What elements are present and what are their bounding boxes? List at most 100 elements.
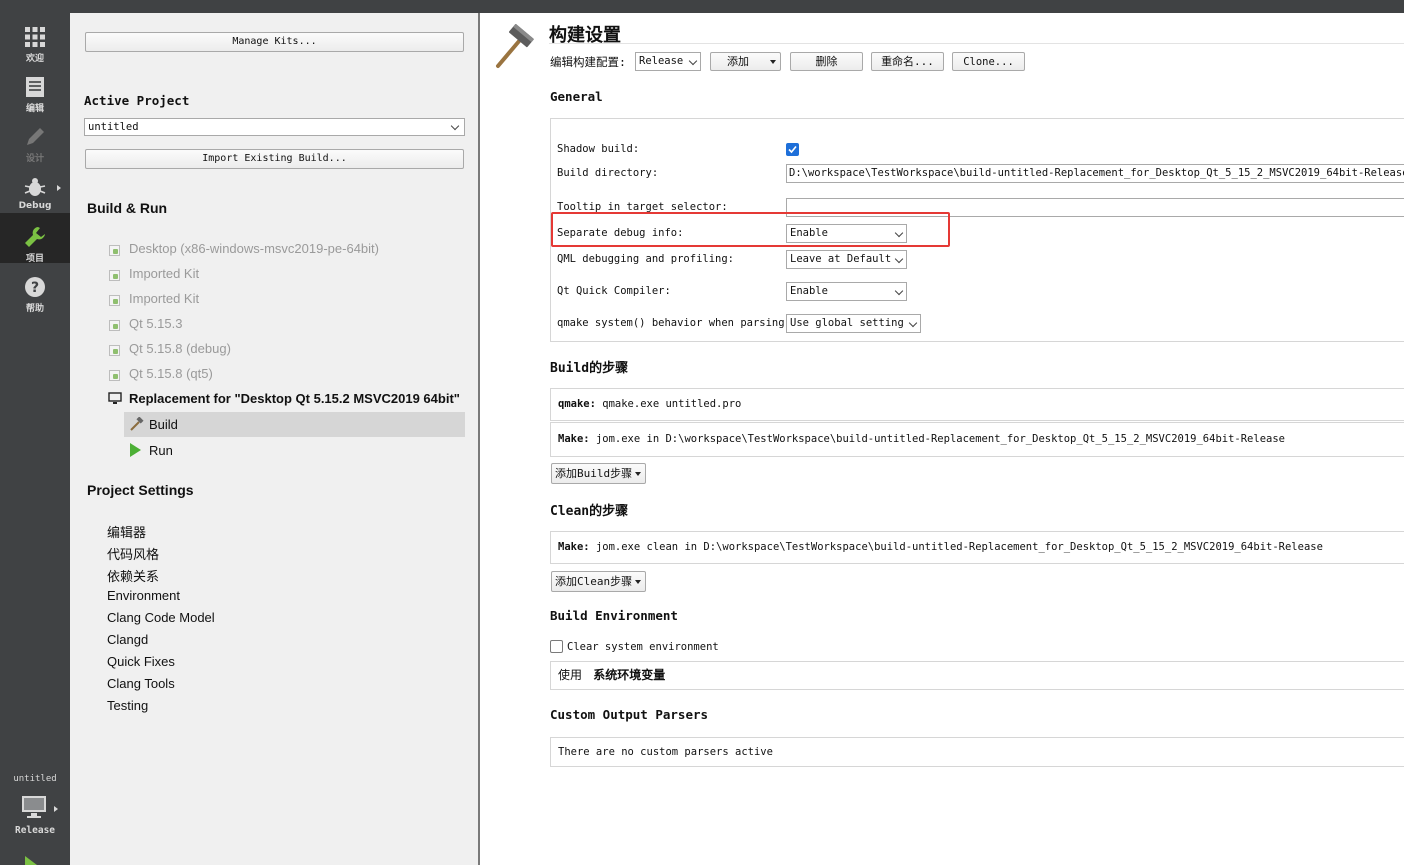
settings-item-dependencies[interactable]: 依赖关系 — [107, 566, 159, 585]
clean-make-step[interactable]: Make: jom.exe clean in D:\workspace\Test… — [550, 531, 1404, 564]
build-steps-heading: Build的步骤 — [550, 361, 629, 376]
active-project-value: untitled — [88, 121, 139, 133]
qml-debug-combo[interactable]: Leave at Default — [786, 250, 907, 269]
document-icon — [26, 77, 44, 97]
build-item-label: Build — [149, 417, 178, 432]
custom-parsers-panel: There are no custom parsers active — [550, 737, 1404, 767]
qtquick-compiler-label: Qt Quick Compiler: — [557, 285, 671, 297]
kit-add-icon — [109, 270, 120, 281]
monitor-icon — [22, 796, 46, 818]
environment-prefix: 使用 — [558, 668, 583, 682]
kit-add-icon — [109, 345, 120, 356]
active-kit-label: Replacement for "Desktop Qt 5.15.2 MSVC2… — [129, 391, 460, 406]
build-config-combo[interactable]: Release — [635, 52, 701, 71]
kit-add-icon — [109, 370, 120, 381]
settings-item-clangd[interactable]: Clangd — [107, 632, 148, 647]
rename-config-button[interactable]: 重命名... — [871, 52, 944, 71]
qmake-step-command: qmake.exe untitled.pro — [602, 398, 742, 410]
dropdown-arrow-icon — [635, 472, 641, 476]
chevron-down-icon — [894, 286, 904, 296]
clean-make-step-command: jom.exe clean in D:\workspace\TestWorksp… — [595, 541, 1323, 553]
splitter[interactable] — [478, 13, 480, 865]
mode-design[interactable]: 设计 — [0, 113, 70, 164]
qmake-step[interactable]: qmake: qmake.exe untitled.pro — [550, 388, 1404, 421]
target-arrow-icon — [54, 806, 58, 812]
active-project-combo[interactable]: untitled — [84, 118, 465, 136]
chevron-down-icon — [894, 228, 904, 238]
build-item-selected[interactable]: Build — [124, 412, 465, 437]
qml-debug-label: QML debugging and profiling: — [557, 253, 735, 265]
target-selector[interactable]: Release — [0, 790, 70, 840]
bug-icon — [24, 178, 46, 196]
mode-help[interactable]: ? 帮助 — [0, 263, 70, 314]
settings-item-testing[interactable]: Testing — [107, 698, 148, 713]
settings-item-quick-fixes[interactable]: Quick Fixes — [107, 654, 175, 669]
monitor-icon — [108, 392, 122, 404]
qmake-behavior-combo[interactable]: Use global setting — [786, 314, 921, 333]
separate-debug-label: Separate debug info: — [557, 227, 684, 239]
clean-make-step-name: Make: — [558, 541, 590, 553]
build-directory-input[interactable]: D:\workspace\TestWorkspace\build-untitle… — [786, 164, 1404, 183]
add-config-button[interactable]: 添加 — [710, 52, 781, 71]
mode-projects[interactable]: 项目 — [0, 213, 70, 264]
build-environment-heading: Build Environment — [550, 608, 678, 623]
mode-edit[interactable]: 编辑 — [0, 63, 70, 114]
settings-item-clang-code-model[interactable]: Clang Code Model — [107, 610, 215, 625]
run-item[interactable]: Run — [124, 438, 465, 462]
environment-value: 系统环境变量 — [593, 668, 666, 682]
shadow-build-checkbox[interactable] — [786, 143, 799, 156]
chevron-down-icon — [450, 121, 460, 131]
custom-parsers-text: There are no custom parsers active — [558, 746, 773, 758]
kit-add-icon — [109, 320, 120, 331]
qmake-behavior-label: qmake system() behavior when parsing: — [557, 317, 791, 329]
chevron-down-icon — [894, 254, 904, 264]
mode-help-label: 帮助 — [25, 304, 44, 314]
dropdown-arrow-icon — [770, 60, 776, 64]
target-build-config: Release — [14, 825, 56, 836]
settings-item-code-style[interactable]: 代码风格 — [107, 544, 159, 563]
settings-item-editor[interactable]: 编辑器 — [107, 522, 146, 541]
kit-add-icon — [109, 295, 120, 306]
custom-parsers-heading: Custom Output Parsers — [550, 707, 709, 722]
qtquick-compiler-combo[interactable]: Enable — [786, 282, 907, 301]
make-step[interactable]: Make: jom.exe in D:\workspace\TestWorksp… — [550, 422, 1404, 457]
run-item-label: Run — [149, 443, 173, 458]
qmake-step-name: qmake: — [558, 398, 596, 410]
top-strip — [0, 0, 1404, 13]
active-kit-item[interactable]: Replacement for "Desktop Qt 5.15.2 MSVC2… — [108, 390, 468, 408]
target-project-name: untitled — [13, 774, 57, 784]
settings-item-environment[interactable]: Environment — [107, 588, 180, 603]
manage-kits-button[interactable]: Manage Kits... — [85, 32, 464, 52]
build-run-heading: Build & Run — [87, 200, 168, 216]
clone-config-button[interactable]: Clone... — [952, 52, 1025, 71]
checkmark-icon — [788, 145, 797, 154]
pencil-icon — [27, 128, 44, 145]
kit-add-icon — [109, 245, 120, 256]
make-step-command: jom.exe in D:\workspace\TestWorkspace\bu… — [595, 433, 1285, 445]
mode-debug-arrow-icon — [57, 185, 61, 191]
add-build-step-button[interactable]: 添加Build步骤 — [551, 463, 646, 484]
settings-item-clang-tools[interactable]: Clang Tools — [107, 676, 175, 691]
run-icon[interactable] — [25, 856, 37, 865]
general-heading: General — [550, 89, 603, 104]
clear-environment-label: Clear system environment — [567, 641, 719, 653]
add-clean-step-button[interactable]: 添加Clean步骤 — [551, 571, 646, 592]
delete-config-button[interactable]: 删除 — [790, 52, 863, 71]
chevron-down-icon — [688, 56, 698, 66]
chevron-down-icon — [908, 318, 918, 328]
svg-text:?: ? — [31, 280, 39, 296]
import-existing-build-button[interactable]: Import Existing Build... — [85, 149, 464, 169]
clear-environment-checkbox[interactable] — [550, 640, 563, 653]
active-project-heading: Active Project — [84, 93, 190, 108]
grid-icon — [25, 27, 45, 47]
mode-welcome[interactable]: 欢迎 — [0, 13, 70, 64]
environment-summary[interactable]: 使用 系统环境变量 — [550, 661, 1404, 690]
make-step-name: Make: — [558, 433, 590, 445]
shadow-build-label: Shadow build: — [557, 143, 640, 155]
header-divider — [549, 43, 1404, 44]
dropdown-arrow-icon — [635, 580, 641, 584]
mode-debug[interactable]: Debug — [0, 163, 70, 213]
run-play-icon — [130, 443, 141, 457]
build-directory-label: Build directory: — [557, 167, 659, 179]
separate-debug-combo[interactable]: Enable — [786, 224, 907, 243]
